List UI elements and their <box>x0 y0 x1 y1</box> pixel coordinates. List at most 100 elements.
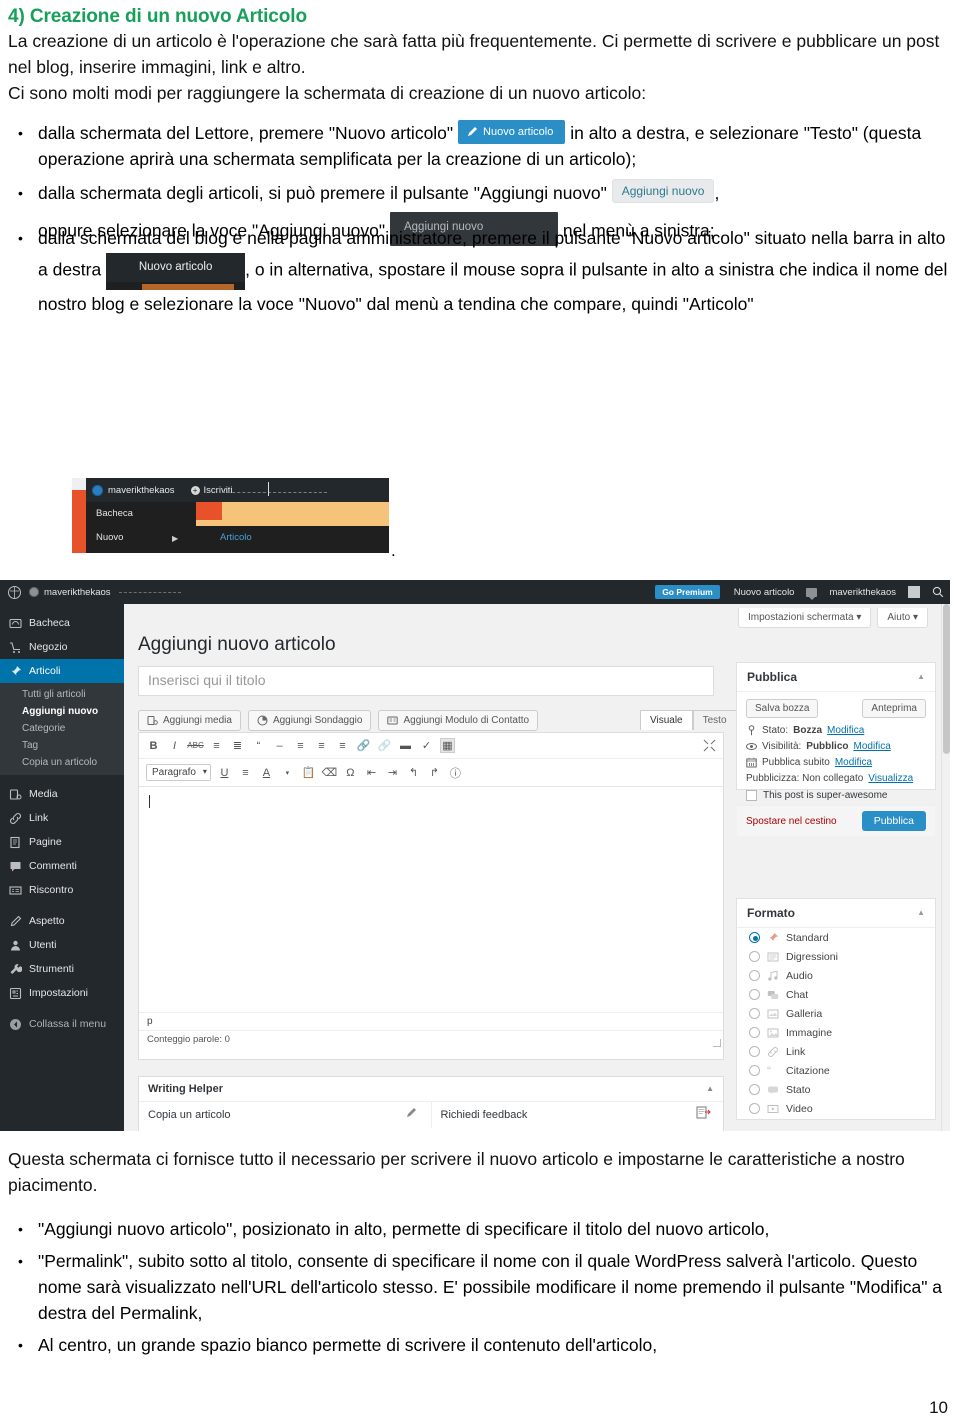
submenu-copia-un-articolo[interactable]: Copia un articolo <box>0 754 124 771</box>
submenu-categorie[interactable]: Categorie <box>0 720 124 737</box>
format-option-digressioni[interactable]: Digressioni <box>737 947 935 966</box>
add-poll-button[interactable]: Aggiungi Sondaggio <box>247 710 372 731</box>
italic-icon[interactable]: I <box>167 738 182 753</box>
text-color-icon[interactable]: A <box>259 765 274 780</box>
fullscreen-icon[interactable] <box>703 739 716 752</box>
color-chevron-icon[interactable]: ▾ <box>280 765 295 780</box>
radio-link[interactable] <box>749 1046 760 1057</box>
writing-helper-request-feedback[interactable]: Richiedi feedback <box>430 1102 724 1128</box>
bold-icon[interactable]: B <box>146 738 161 753</box>
format-option-galleria[interactable]: Galleria <box>737 1004 935 1023</box>
submenu-tutti-gli-articoli[interactable]: Tutti gli articoli <box>0 686 124 703</box>
bullet-list-icon[interactable]: ≡ <box>209 738 224 753</box>
search-icon[interactable] <box>932 586 944 598</box>
radio-citazione[interactable] <box>749 1065 760 1076</box>
format-option-audio[interactable]: Audio <box>737 966 935 985</box>
format-option-citazione[interactable]: “ Citazione <box>737 1061 935 1080</box>
tab-testo[interactable]: Testo <box>692 710 737 730</box>
radio-galleria[interactable] <box>749 1008 760 1019</box>
format-option-link[interactable]: Link <box>737 1042 935 1061</box>
go-premium-button[interactable]: Go Premium <box>655 585 720 599</box>
numbered-list-icon[interactable]: ≣ <box>230 738 245 753</box>
wordpress-logo-icon[interactable] <box>8 585 21 599</box>
read-more-icon[interactable]: ▬ <box>398 738 413 753</box>
format-option-chat[interactable]: Chat <box>737 985 935 1004</box>
post-title-input[interactable]: Inserisci qui il titolo <box>138 666 714 696</box>
align-left-icon[interactable]: ≡ <box>293 738 308 753</box>
radio-video[interactable] <box>749 1103 760 1114</box>
paragraph-format-select[interactable]: Paragrafo <box>146 764 211 781</box>
sidebar-item-collassa-menu[interactable]: Collassa il menu <box>0 1012 124 1036</box>
help-icon[interactable]: ⓘ <box>448 765 463 780</box>
super-awesome-checkbox-row[interactable]: This post is super-awesome <box>737 786 935 805</box>
sidebar-item-aspetto[interactable]: Aspetto <box>0 909 124 933</box>
sidebar-item-articoli[interactable]: Articoli <box>0 659 131 683</box>
sidebar-item-strumenti[interactable]: Strumenti <box>0 957 124 981</box>
strikethrough-icon[interactable]: ABC <box>187 738 203 753</box>
radio-standard[interactable] <box>749 932 760 943</box>
outdent-icon[interactable]: ⇤ <box>364 765 379 780</box>
wp-scrollbar-thumb[interactable] <box>943 604 950 754</box>
editor-content-area[interactable] <box>139 787 723 1012</box>
kitchen-sink-icon[interactable]: ▦ <box>440 738 455 753</box>
submenu-tag[interactable]: Tag <box>0 737 124 754</box>
mini-menu-nuovo[interactable]: Nuovo <box>96 532 123 543</box>
add-media-button[interactable]: Aggiungi media <box>138 710 241 731</box>
writing-helper-copy-post[interactable]: Copia un articolo <box>139 1102 431 1128</box>
preview-button[interactable]: Anteprima <box>862 699 926 718</box>
sidebar-item-bacheca[interactable]: Bacheca <box>0 611 124 635</box>
sidebar-item-utenti[interactable]: Utenti <box>0 933 124 957</box>
format-option-immagine[interactable]: Immagine <box>737 1023 935 1042</box>
indent-icon[interactable]: ⇥ <box>385 765 400 780</box>
align-right-icon[interactable]: ≡ <box>335 738 350 753</box>
radio-audio[interactable] <box>749 970 760 981</box>
paste-as-text-icon[interactable]: 📋 <box>301 765 316 780</box>
radio-stato[interactable] <box>749 1084 760 1095</box>
insert-link-icon[interactable]: 🔗 <box>356 738 371 753</box>
sidebar-item-riscontro[interactable]: Riscontro <box>0 878 124 902</box>
comment-bubble-icon[interactable] <box>806 587 818 600</box>
submenu-aggiungi-nuovo[interactable]: Aggiungi nuovo <box>0 703 124 720</box>
mini-subscribe[interactable]: + Iscriviti <box>190 485 233 496</box>
format-option-video[interactable]: Video <box>737 1099 935 1118</box>
publish-visibility-edit-link[interactable]: Modifica <box>854 741 891 752</box>
underline-icon[interactable]: U <box>217 765 232 780</box>
sidebar-item-media[interactable]: Media <box>0 782 124 806</box>
move-to-trash-link[interactable]: Spostare nel cestino <box>746 816 837 827</box>
tab-impostazioni-schermata[interactable]: Impostazioni schermata ▾ <box>737 608 872 628</box>
save-draft-button[interactable]: Salva bozza <box>746 699 819 718</box>
publish-schedule-edit-link[interactable]: Modifica <box>835 757 872 768</box>
sidebar-item-negozio[interactable]: Negozio <box>0 635 124 659</box>
sidebar-item-impostazioni[interactable]: Impostazioni <box>0 981 124 1005</box>
wp-scrollbar[interactable] <box>941 604 950 1131</box>
super-awesome-checkbox[interactable] <box>746 790 757 801</box>
horizontal-rule-icon[interactable]: – <box>272 738 287 753</box>
adminbar-user[interactable]: maverikthekaos <box>829 587 896 598</box>
redo-icon[interactable]: ↱ <box>427 765 442 780</box>
publicize-view-link[interactable]: Visualizza <box>868 773 913 784</box>
blockquote-icon[interactable]: “ <box>251 738 266 753</box>
radio-digressioni[interactable] <box>749 951 760 962</box>
clear-formatting-icon[interactable]: ⌫ <box>322 765 338 780</box>
special-character-icon[interactable]: Ω <box>343 765 358 780</box>
tab-aiuto[interactable]: Aiuto ▾ <box>877 608 928 628</box>
avatar[interactable] <box>908 586 920 598</box>
mini-submenu-articolo[interactable]: Articolo <box>220 532 252 543</box>
publish-status-edit-link[interactable]: Modifica <box>827 725 864 736</box>
align-center-icon[interactable]: ≡ <box>314 738 329 753</box>
undo-icon[interactable]: ↰ <box>406 765 421 780</box>
format-option-standard[interactable]: Standard <box>737 928 935 947</box>
spellcheck-icon[interactable]: ✓ <box>419 738 434 753</box>
tab-visuale[interactable]: Visuale <box>640 710 693 730</box>
sidebar-item-commenti[interactable]: Commenti <box>0 854 124 878</box>
mini-menu-bacheca[interactable]: Bacheca <box>96 508 133 519</box>
publish-button[interactable]: Pubblica <box>861 811 926 831</box>
sidebar-item-pagine[interactable]: Pagine <box>0 830 124 854</box>
format-option-stato[interactable]: Stato <box>737 1080 935 1099</box>
sidebar-item-link[interactable]: Link <box>0 806 124 830</box>
adminbar-new-post[interactable]: Nuovo articolo <box>734 587 795 598</box>
unlink-icon[interactable]: 🔗 <box>377 738 392 753</box>
radio-chat[interactable] <box>749 989 760 1000</box>
justify-icon[interactable]: ≡ <box>238 765 253 780</box>
wp-site-name[interactable]: maverikthekaos <box>44 587 111 598</box>
